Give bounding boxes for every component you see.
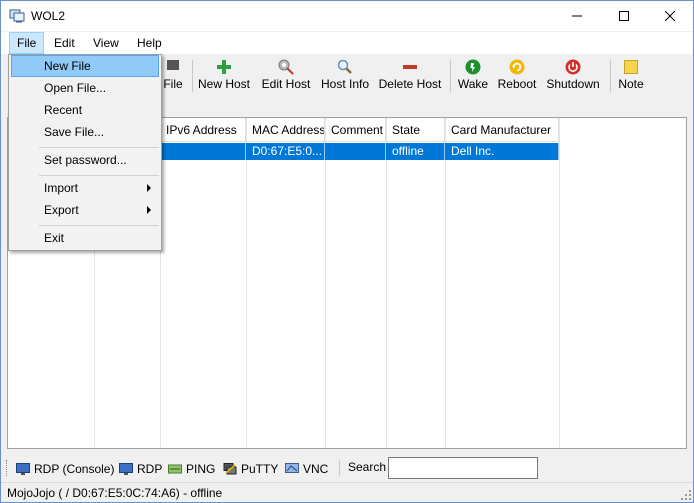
edit-icon [277, 58, 295, 76]
table-cell-mac: D0:67:E5:0... [246, 143, 325, 160]
menu-item-new-file[interactable]: New File [11, 55, 159, 77]
connection-toolbar: RDP (Console) RDP PING PuTTY VNC [1, 456, 693, 480]
app-icon [9, 9, 25, 23]
menu-item-recent[interactable]: Recent [11, 99, 159, 121]
note-label: Note [618, 77, 644, 91]
note-icon [622, 58, 640, 76]
shutdown-icon [564, 58, 582, 76]
vnc-icon [285, 463, 299, 473]
menu-item-export-label: Export [44, 203, 79, 217]
table-cell-state: offline [386, 143, 445, 160]
host-info-label: Host Info [320, 77, 370, 91]
column-header-mac[interactable]: MAC Address [246, 118, 325, 142]
vnc-label: VNC [303, 462, 329, 476]
table-cell-ipv6 [160, 143, 246, 160]
menu-item-exit[interactable]: Exit [11, 227, 159, 249]
note-button[interactable]: Note [615, 56, 647, 96]
file-menu-dropdown: New File Open File... Recent Save File..… [8, 54, 162, 251]
wake-icon [464, 58, 482, 76]
menu-view[interactable]: View [86, 32, 126, 54]
reboot-button[interactable]: Reboot [495, 56, 539, 96]
wake-label: Wake [457, 77, 489, 91]
vnc-button[interactable]: VNC [285, 460, 328, 478]
search-label: Search [348, 460, 387, 474]
shutdown-button[interactable]: Shutdown [543, 56, 603, 96]
maximize-button[interactable] [601, 1, 647, 31]
main-window: WOL2 File Edit View Help File New Host E… [0, 0, 694, 503]
title-bar: WOL2 [1, 1, 693, 31]
window-title: WOL2 [31, 9, 66, 23]
menu-item-save-file[interactable]: Save File... [11, 121, 159, 143]
minimize-icon [572, 15, 582, 17]
table-cell-manufacturer: Dell Inc. [445, 143, 559, 160]
menu-separator [39, 225, 159, 226]
rdp-button[interactable]: RDP [119, 460, 162, 478]
submenu-arrow-icon [147, 184, 151, 192]
column-divider [445, 118, 446, 448]
putty-button[interactable]: PuTTY [223, 460, 278, 478]
table-cell-comment [325, 143, 386, 160]
column-divider [559, 118, 560, 448]
menu-separator [39, 175, 159, 176]
shutdown-label: Shutdown [546, 77, 600, 91]
maximize-icon [619, 11, 629, 21]
ping-button[interactable]: PING [168, 460, 215, 478]
column-divider [246, 118, 247, 448]
file-icon [164, 58, 182, 76]
menu-separator [39, 147, 159, 148]
plus-icon [215, 58, 233, 76]
column-divider [325, 118, 326, 448]
putty-icon [223, 463, 237, 475]
reboot-icon [508, 58, 526, 76]
column-header-manufacturer[interactable]: Card Manufacturer [445, 118, 559, 142]
delete-icon [401, 58, 419, 76]
ping-label: PING [186, 462, 216, 476]
menu-item-set-password[interactable]: Set password... [11, 149, 159, 171]
menu-bar: File Edit View Help [1, 32, 693, 54]
host-info-button[interactable]: Host Info [317, 56, 373, 96]
toolbar-separator [450, 60, 451, 92]
toolbar-separator [192, 60, 193, 92]
edit-host-button[interactable]: Edit Host [258, 56, 314, 96]
menu-item-import-label: Import [44, 181, 79, 195]
column-header-state[interactable]: State [386, 118, 445, 142]
search-input[interactable] [388, 457, 538, 479]
rdp-label: RDP [137, 462, 163, 476]
minimize-button[interactable] [554, 1, 600, 31]
edit-host-label: Edit Host [261, 77, 311, 91]
delete-host-button[interactable]: Delete Host [377, 56, 443, 96]
reboot-label: Reboot [497, 77, 537, 91]
menu-edit[interactable]: Edit [47, 32, 82, 54]
new-host-label: New Host [197, 77, 250, 91]
resize-grip-icon[interactable] [681, 490, 691, 500]
magnifier-icon [336, 58, 354, 76]
menu-item-import[interactable]: Import [11, 177, 159, 199]
putty-label: PuTTY [241, 462, 279, 476]
column-header-comment[interactable]: Comment [325, 118, 386, 142]
close-button[interactable] [647, 1, 693, 31]
column-divider [386, 118, 387, 448]
new-host-button[interactable]: New Host [196, 56, 252, 96]
delete-host-label: Delete Host [378, 77, 442, 91]
status-text: MojoJojo ( / D0:67:E5:0C:74:A6) - offlin… [7, 486, 223, 500]
toolbar-file-label: File [163, 77, 183, 91]
menu-item-export[interactable]: Export [11, 199, 159, 221]
rdp-console-button[interactable]: RDP (Console) [16, 460, 114, 478]
toolbar-separator [339, 460, 340, 476]
menu-file[interactable]: File [9, 32, 45, 54]
toolbar-grip[interactable] [6, 460, 9, 476]
rdp-console-label: RDP (Console) [34, 462, 115, 476]
monitor-icon [119, 463, 133, 475]
column-header-ipv6[interactable]: IPv6 Address [160, 118, 246, 142]
submenu-arrow-icon [147, 206, 151, 214]
toolbar-separator [610, 60, 611, 92]
ping-icon [168, 464, 182, 474]
menu-item-open-file[interactable]: Open File... [11, 77, 159, 99]
status-bar: MojoJojo ( / D0:67:E5:0C:74:A6) - offlin… [1, 482, 693, 502]
close-icon [665, 11, 675, 21]
monitor-icon [16, 463, 30, 475]
menu-help[interactable]: Help [130, 32, 169, 54]
wake-button[interactable]: Wake [455, 56, 491, 96]
toolbar-file-button[interactable]: File [159, 56, 187, 96]
